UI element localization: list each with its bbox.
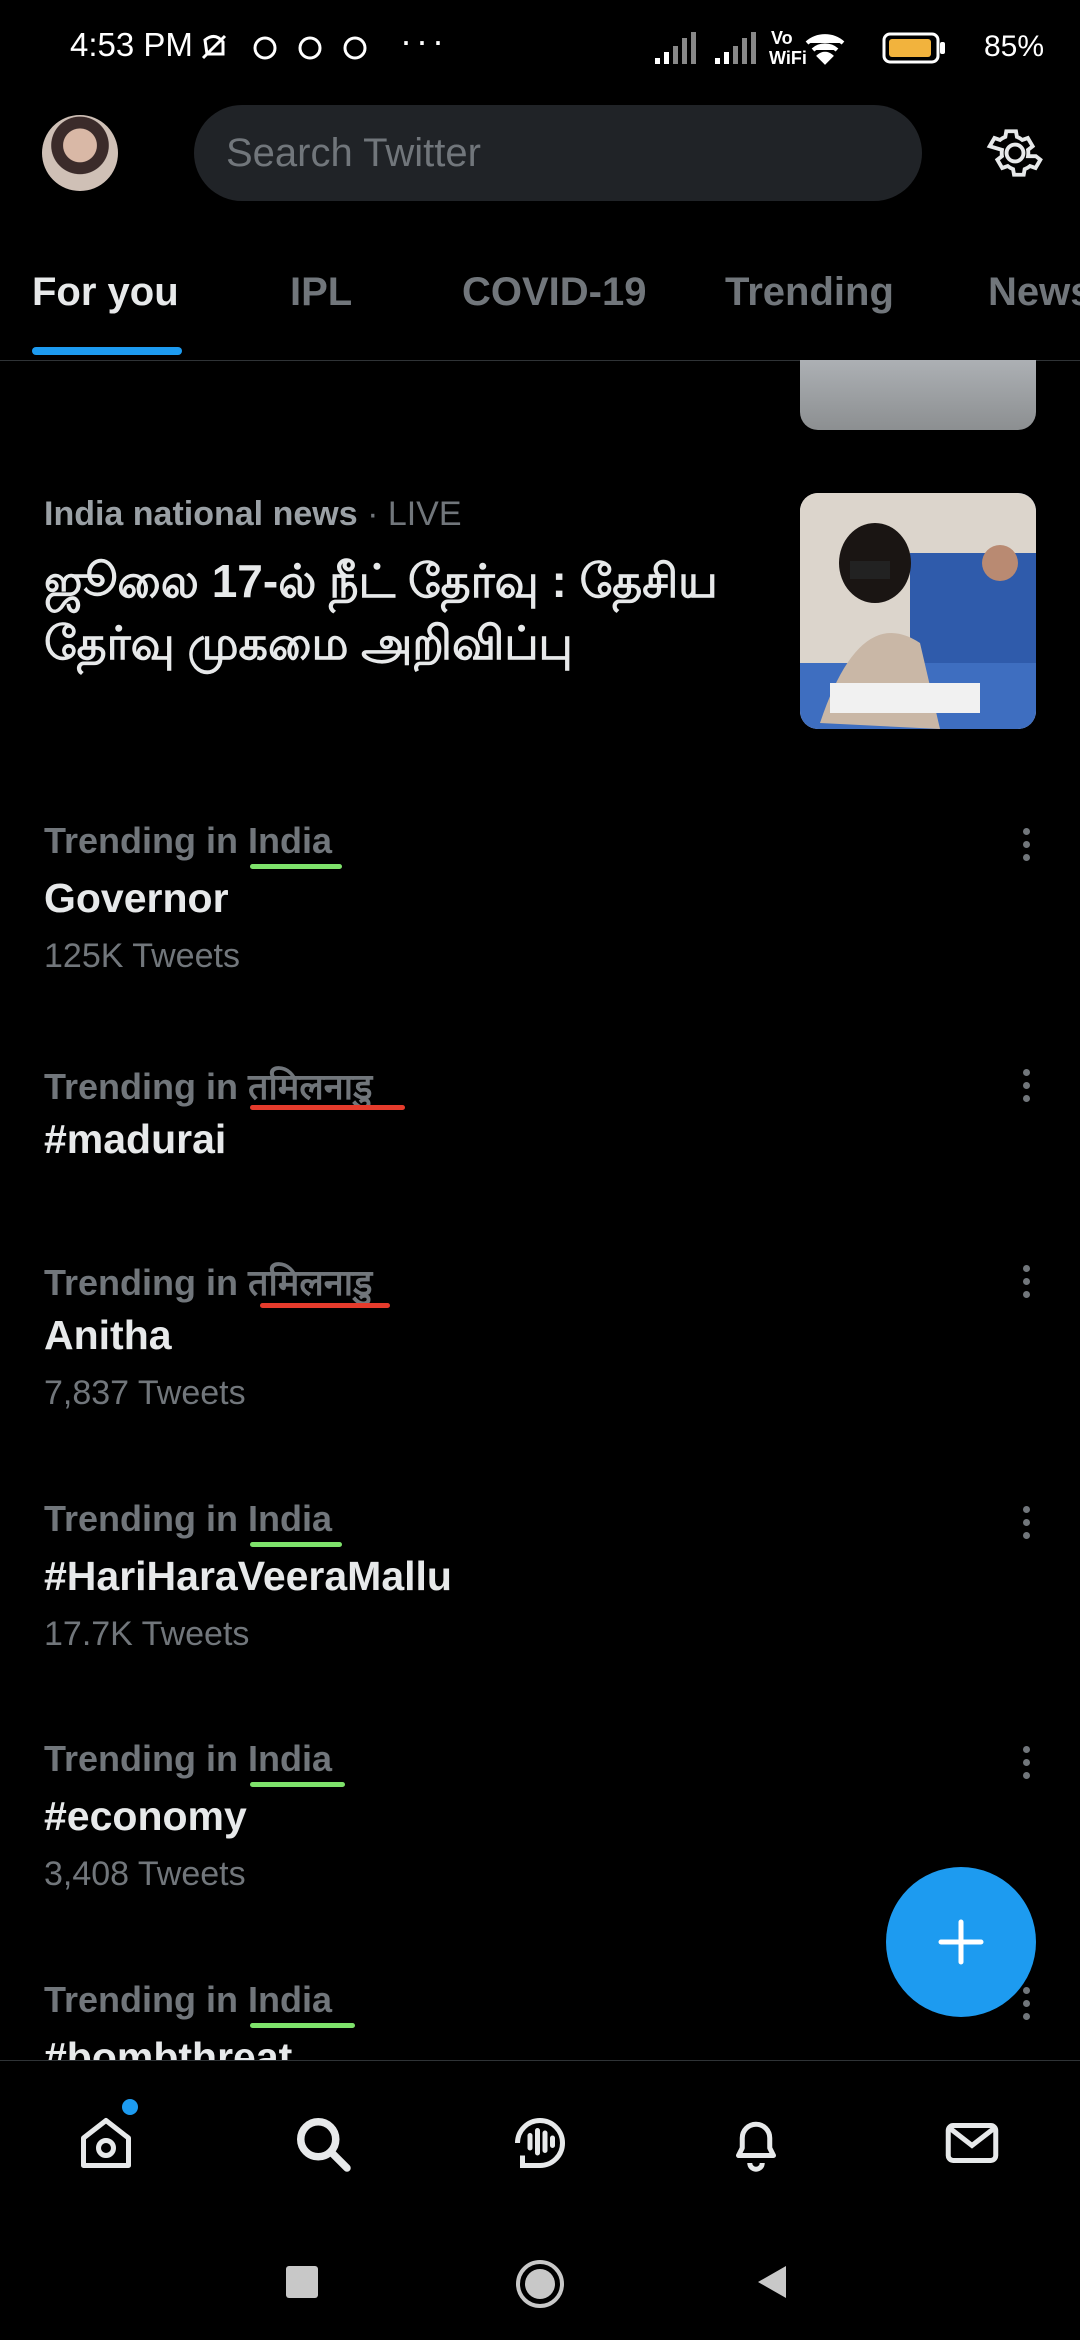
back-button[interactable] [752, 2262, 792, 2302]
tab-news[interactable]: News [988, 270, 1080, 315]
news-thumbnail[interactable] [800, 493, 1036, 729]
recents-button[interactable] [282, 2262, 322, 2302]
more-dots-icon: ··· [400, 20, 448, 61]
more-options-icon[interactable] [1020, 1069, 1032, 1109]
more-options-icon[interactable] [1020, 1746, 1032, 1786]
battery-icon [882, 32, 945, 64]
search-placeholder: Search Twitter [226, 130, 481, 175]
trend-count: 125K Tweets [44, 937, 240, 975]
trend-location: India [248, 1979, 333, 2020]
trend-count: 17.7K Tweets [44, 1615, 250, 1653]
location-underline [250, 1105, 405, 1110]
explore-tabs: For you IPL COVID-19 Trending News [0, 245, 1080, 361]
trend-context: Trending in तमिलनाडु [44, 1262, 373, 1303]
spaces-icon[interactable] [510, 2113, 570, 2173]
explore-feed: India national news · LIVE ஜூலை 17-ல் நீ… [0, 360, 1080, 2060]
home-notification-dot [122, 2099, 138, 2115]
trend-context: Trending in तमिलनाडु [44, 1066, 373, 1107]
more-options-icon[interactable] [1020, 1506, 1032, 1546]
bell-icon[interactable] [726, 2113, 786, 2173]
location-underline [250, 1542, 342, 1547]
status-time: 4:53 PM [70, 26, 193, 63]
trend-context: Trending in India [44, 1498, 333, 1539]
news-source: India national news · LIVE [44, 495, 462, 534]
search-icon[interactable] [292, 2113, 352, 2173]
signal-wifi-icons: Vo WiFi [655, 28, 845, 68]
tab-for-you[interactable]: For you [32, 270, 179, 315]
notification-icons [201, 34, 367, 60]
trend-name: #madurai [44, 1116, 227, 1162]
tab-ipl[interactable]: IPL [290, 270, 352, 315]
news-live-label: · LIVE [367, 495, 462, 533]
trend-context: Trending in India [44, 1738, 333, 1779]
trend-location: India [248, 820, 333, 861]
mail-icon[interactable] [942, 2113, 1002, 2173]
trend-context: Trending in India [44, 1979, 333, 2020]
location-underline [250, 2023, 355, 2028]
more-options-icon[interactable] [1020, 828, 1032, 868]
plus-icon [938, 1919, 984, 1965]
trend-name: Governor [44, 875, 229, 921]
more-options-icon[interactable] [1020, 1987, 1032, 2027]
home-icon[interactable] [76, 2113, 136, 2173]
system-navigation-bar [0, 2220, 1080, 2340]
active-tab-indicator [32, 347, 182, 355]
trend-count: 3,408 Tweets [44, 1855, 246, 1893]
trend-location: India [248, 1498, 333, 1539]
battery-percent: 85% [983, 30, 1044, 63]
trend-name: #HariHaraVeeraMallu [44, 1553, 452, 1599]
trend-name: Anitha [44, 1312, 172, 1358]
trend-location: तमिलनाडु [248, 1066, 373, 1107]
status-bar: 4:53 PM ··· Vo WiFi 85% [0, 0, 1080, 96]
svg-text:WiFi: WiFi [769, 48, 807, 68]
location-underline [260, 1303, 390, 1308]
news-thumbnail-image [800, 493, 1036, 729]
trend-name: #economy [44, 1793, 247, 1839]
trend-count: 7,837 Tweets [44, 1374, 246, 1412]
search-input[interactable]: Search Twitter [194, 105, 922, 201]
tab-trending[interactable]: Trending [725, 270, 894, 315]
location-underline [250, 864, 342, 869]
news-headline[interactable]: ஜூலை 17-ல் நீட் தேர்வு : தேசிய தேர்வு மு… [44, 550, 744, 674]
news-thumbnail[interactable] [800, 360, 1036, 430]
gear-icon[interactable] [986, 124, 1044, 182]
bottom-navigation [0, 2060, 1080, 2221]
location-underline [250, 1782, 345, 1787]
trend-location: India [248, 1738, 333, 1779]
news-source-name: India national news [44, 495, 358, 533]
trend-location: तमिलनाडु [248, 1262, 373, 1303]
trend-context: Trending in India [44, 820, 333, 861]
compose-tweet-button[interactable] [886, 1867, 1036, 2017]
home-button[interactable] [514, 2258, 566, 2310]
more-options-icon[interactable] [1020, 1265, 1032, 1305]
svg-text:Vo: Vo [771, 28, 793, 48]
tab-covid-19[interactable]: COVID-19 [462, 270, 647, 315]
trend-name: #bombthreat [44, 2034, 293, 2060]
avatar[interactable] [42, 115, 118, 191]
